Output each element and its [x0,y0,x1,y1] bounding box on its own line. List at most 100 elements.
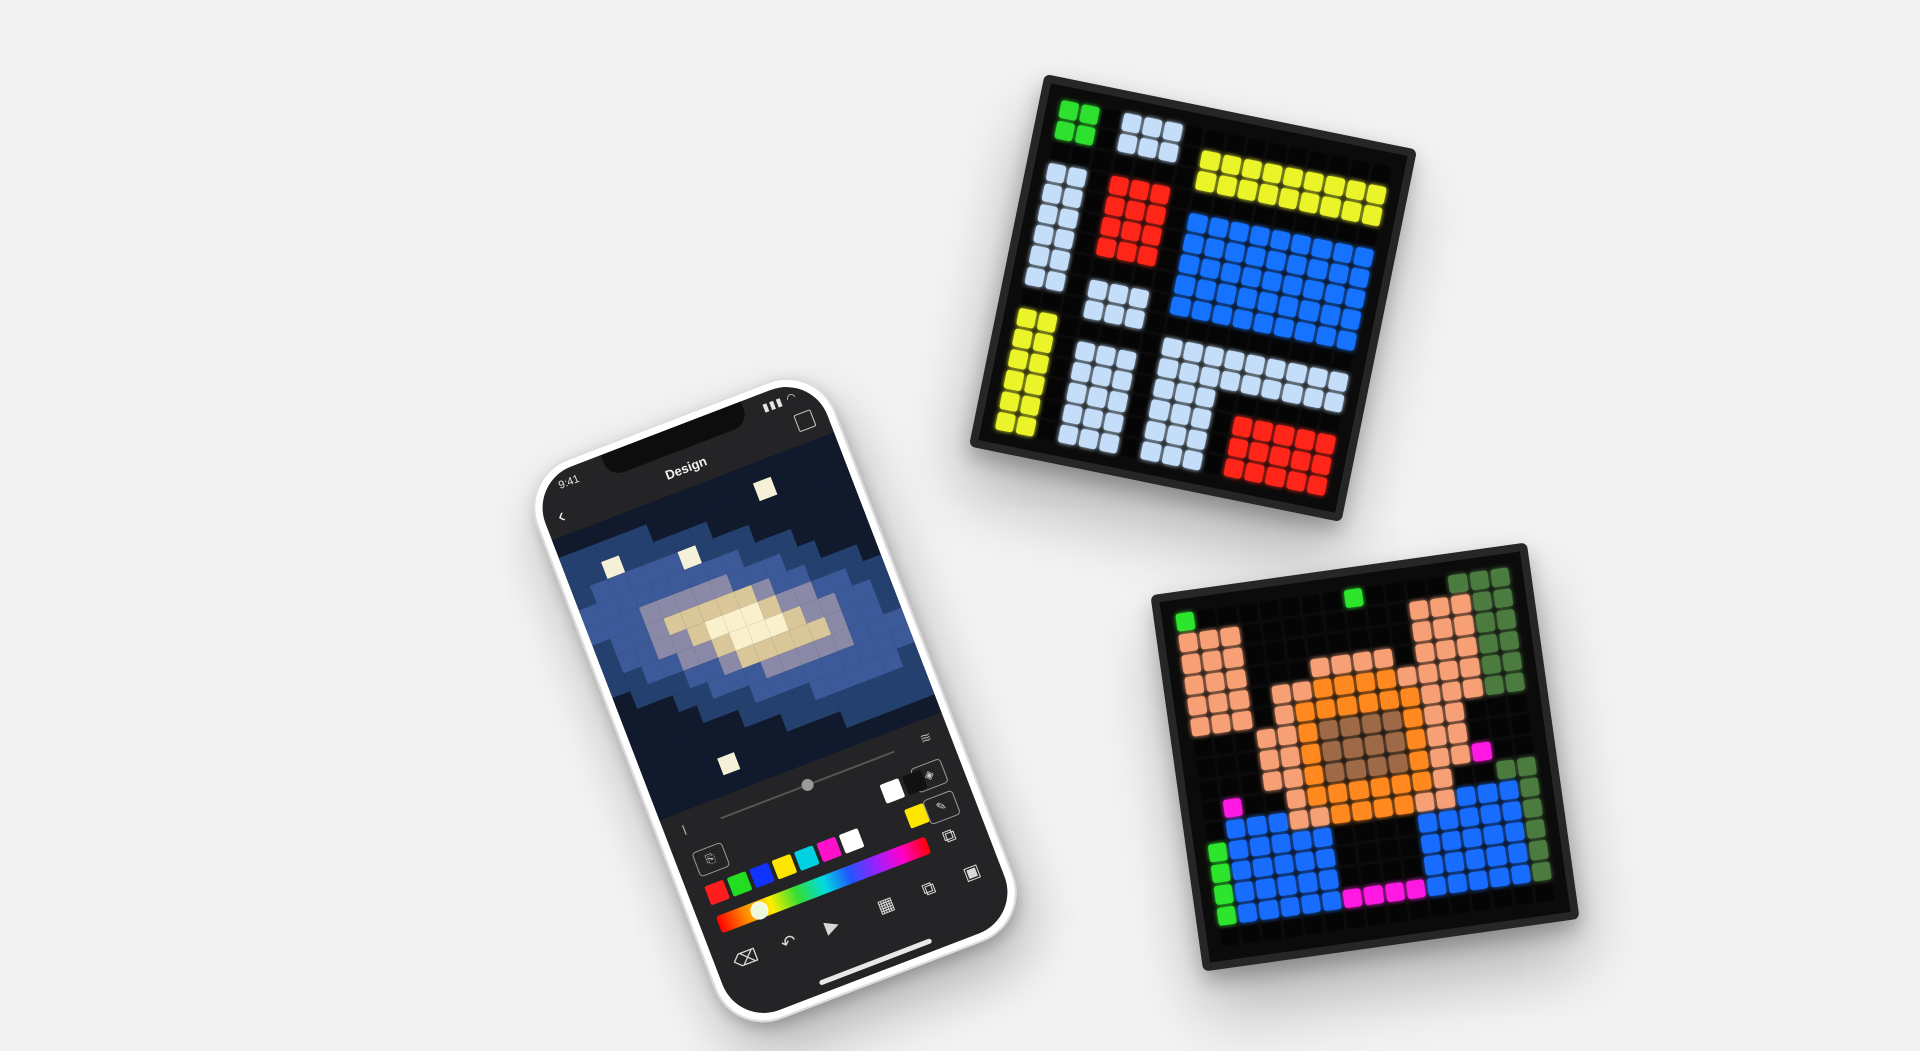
led-pixel [1364,584,1385,606]
import-icon[interactable]: ⧉ [933,822,965,851]
led-pixel [1298,192,1321,214]
led-pixel [1169,295,1192,317]
led-pixel [1393,644,1415,666]
led-pixel [1244,462,1266,484]
color-swatch[interactable] [816,836,843,863]
led-pixel [1468,869,1489,891]
led-pixel [1227,437,1249,459]
led-pixel [1504,672,1526,693]
led-pixel [1094,345,1117,367]
led-pixel [1237,752,1259,773]
color-swatch[interactable] [771,853,798,880]
led-pixel [1414,791,1436,813]
led-pixel [1285,788,1307,810]
led-pixel [1279,896,1301,917]
led-pixel [1186,320,1208,342]
led-pixel [1348,779,1370,801]
led-pixel [1336,221,1358,243]
led-pixel [1294,701,1316,723]
led-pixel [1190,407,1212,430]
hue-knob[interactable] [747,898,772,923]
led-pixel [1124,199,1146,222]
led-pixel [1327,262,1350,285]
led-pixel [1281,383,1304,405]
color-swatch[interactable] [726,870,753,897]
led-pixel [1265,641,1286,663]
color-swatch[interactable] [704,879,731,906]
led-pixel [1090,365,1113,388]
led-pixel [1406,579,1427,600]
led-pixel [1327,370,1349,393]
led-pixel [1213,884,1235,905]
led-pixel [1459,806,1481,828]
led-pixel [1402,707,1424,729]
led-pixel [1348,159,1371,181]
led-pixel [1298,408,1320,430]
led-pixel [1342,887,1363,909]
led-pixel [1307,150,1329,173]
led-pixel [1184,674,1205,695]
led-pixel [1165,424,1187,446]
led-pixel [1244,245,1267,268]
led-pixel [1178,145,1201,168]
led-pixel [1086,278,1109,301]
led-pixel [1040,290,1063,313]
speed-icon: ≋ [917,727,934,748]
led-pixel [1282,917,1303,938]
led-pixel [1153,270,1175,293]
image-icon[interactable]: ⧉ [913,874,945,903]
led-pixel [1456,636,1478,657]
color-swatch[interactable] [749,862,775,889]
led-pixel [1399,836,1421,858]
led-pixel [1132,266,1154,288]
led-pixel [1265,142,1288,164]
camera-button[interactable]: ⎘ [691,841,731,878]
led-pixel [1375,668,1397,690]
led-pixel [1181,449,1204,471]
led-pixel [1450,594,1472,615]
color-swatch[interactable] [838,827,865,854]
led-pixel [1216,905,1238,926]
led-pixel [1498,780,1520,801]
led-pixel [1285,362,1308,384]
led-pixel [1095,237,1117,259]
eraser-icon[interactable]: ⌫ [730,945,762,974]
save-icon[interactable]: ▣ [956,858,988,887]
led-pixel [1471,591,1493,612]
led-pixel [1483,824,1504,846]
led-pixel [1357,842,1379,864]
led-pixel [1069,361,1092,384]
led-pixel [1354,821,1376,843]
slider-knob[interactable] [799,777,816,793]
led-pixel [1349,629,1370,651]
led-pixel [1327,782,1349,804]
led-pixel [1367,605,1388,627]
play-icon[interactable]: ▶ [816,912,848,941]
led-pixel [1300,893,1322,914]
led-pixel [1444,701,1466,723]
gallery-icon[interactable]: ▦ [870,891,902,920]
led-pixel [1314,433,1337,455]
led-pixel [1427,576,1448,597]
led-pixel [1098,432,1121,454]
led-pixel [1259,599,1280,621]
led-pixel [1319,196,1342,218]
led-pixel [1420,683,1442,705]
led-pixel [1307,635,1328,657]
led-pixel [1396,815,1418,837]
led-pixel [1309,806,1331,828]
led-pixel [1099,324,1121,346]
led-pixel [1203,129,1226,151]
led-pixel [1102,411,1125,434]
color-swatch[interactable] [793,845,820,872]
led-pixel [1321,740,1343,762]
led-pixel [1074,340,1096,363]
led-pixel [1264,466,1287,488]
led-pixel [1325,611,1346,633]
led-pixel [1177,362,1200,384]
undo-icon[interactable]: ↶ [773,928,805,957]
led-pixel [1219,262,1242,284]
led-pixel [1298,300,1321,322]
led-pixel [1107,390,1129,413]
led-pixel [1486,696,1508,717]
